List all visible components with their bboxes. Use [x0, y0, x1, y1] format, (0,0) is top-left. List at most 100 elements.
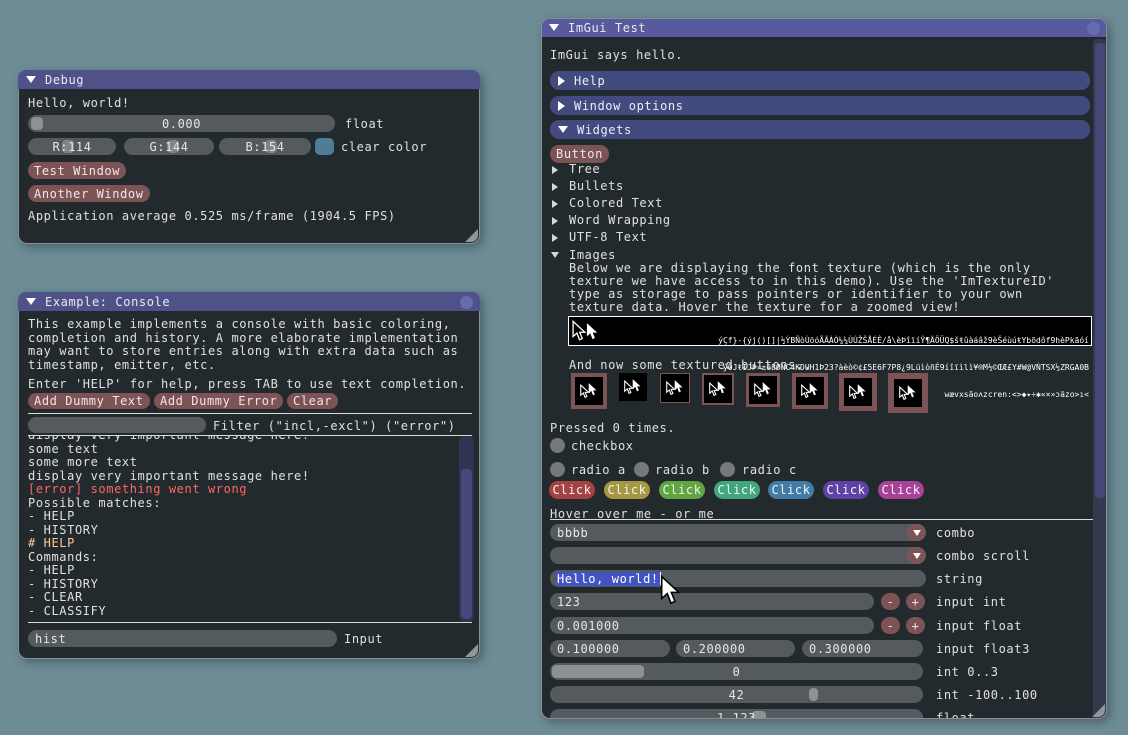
font-texture-image[interactable]: ýÇf}-{ýj()[]|½ÝBÑòÙöóÃÄÀÒ¼¼ÙÚŽŠÅÉÊ/å\èÞî…: [568, 316, 1092, 346]
cursor-filled-icon: [632, 378, 642, 393]
slider-float[interactable]: 1.123: [550, 709, 923, 719]
click-button-1[interactable]: Click: [549, 481, 595, 499]
window-scrollbar-grab[interactable]: [1095, 43, 1105, 498]
image-button-2[interactable]: [619, 373, 647, 401]
click-button-4[interactable]: Click: [714, 481, 760, 499]
log-line: Possible matches:: [28, 497, 456, 511]
window-scrollbar[interactable]: [1093, 39, 1107, 719]
slider-float-label: float: [936, 711, 975, 719]
click-button-2[interactable]: Click: [604, 481, 650, 499]
click-button-3[interactable]: Click: [659, 481, 705, 499]
input-float-plus-button[interactable]: +: [906, 617, 925, 634]
header-label: Window options: [574, 99, 684, 113]
radio-c[interactable]: [720, 462, 735, 477]
cursor-image: [661, 374, 689, 402]
tree-arrow-icon: [552, 166, 558, 174]
image-button-3[interactable]: [660, 373, 690, 403]
tree-node-label: Images: [569, 248, 616, 262]
debug-titlebar[interactable]: Debug: [18, 70, 480, 89]
click-button-6[interactable]: Click: [823, 481, 869, 499]
combo-scroll-box[interactable]: [550, 547, 926, 564]
debug-window: Debug Hello, world! 0.000 float R:114 G:…: [18, 70, 480, 244]
log-line: - HELP: [28, 510, 456, 524]
input-int-value: 123: [550, 595, 580, 609]
header-help[interactable]: Help: [550, 71, 1090, 90]
resize-grip[interactable]: [465, 644, 478, 657]
collapse-arrow-icon[interactable]: [26, 298, 36, 305]
color-edit-r[interactable]: R:114: [28, 138, 116, 155]
combo-arrow-button[interactable]: [907, 547, 926, 564]
add-dummy-error-button[interactable]: Add Dummy Error: [154, 393, 283, 409]
add-dummy-text-button[interactable]: Add Dummy Text: [28, 393, 150, 409]
input-int-plus-button[interactable]: +: [906, 593, 925, 610]
another-window-button[interactable]: Another Window: [28, 185, 150, 202]
input-float3-x-value: 0.100000: [550, 642, 620, 656]
color-edit-b[interactable]: B:154: [219, 138, 311, 155]
close-button[interactable]: [460, 296, 473, 309]
checkbox[interactable]: [550, 438, 565, 453]
slider-int-0-3[interactable]: 0: [550, 663, 923, 680]
pressed-count-text: Pressed 0 times.: [550, 421, 675, 435]
radio-b[interactable]: [634, 462, 649, 477]
color-edit-b-value: B:154: [219, 140, 311, 154]
tree-node-label: Word Wrapping: [569, 213, 671, 227]
color-edit-g[interactable]: G:144: [124, 138, 214, 155]
radio-b-label: radio b: [655, 463, 710, 477]
image-button-6[interactable]: [792, 373, 828, 409]
arrow-down-icon: [913, 553, 921, 559]
checkbox-label: checkbox: [571, 439, 634, 453]
header-widgets[interactable]: Widgets: [550, 120, 1090, 139]
log-scrollbar[interactable]: [459, 436, 474, 622]
cursor-filled-icon: [907, 384, 917, 399]
combo-box[interactable]: bbbb: [550, 524, 926, 541]
string-input[interactable]: Hello, world!: [550, 570, 926, 587]
float-slider-label: float: [345, 117, 384, 131]
test-window-button[interactable]: Test Window: [28, 162, 126, 179]
test-titlebar[interactable]: ImGui Test: [541, 18, 1107, 37]
console-command-input[interactable]: hist: [28, 630, 337, 647]
input-float3-z[interactable]: 0.300000: [802, 640, 923, 657]
slider-int-neg100-100-value: 42: [550, 688, 923, 702]
cursor-image: [619, 373, 647, 401]
collapse-arrow-icon[interactable]: [26, 76, 36, 83]
log-line-history: # HELP: [28, 537, 456, 551]
slider-int-neg100-100[interactable]: 42: [550, 686, 923, 703]
collapse-arrow-icon[interactable]: [549, 24, 559, 31]
button-widget[interactable]: Button: [550, 145, 609, 163]
header-window-options[interactable]: Window options: [550, 96, 1090, 115]
image-button-5[interactable]: [746, 373, 780, 407]
window-title: ImGui Test: [568, 21, 646, 35]
image-button-8[interactable]: [888, 373, 928, 413]
filter-input[interactable]: [28, 417, 206, 433]
input-int-field[interactable]: 123: [550, 593, 874, 610]
log-line: - HELP: [28, 564, 456, 578]
combo-value: bbbb: [550, 526, 588, 540]
slider-grab[interactable]: [31, 117, 43, 130]
combo-arrow-button[interactable]: [907, 524, 926, 541]
expand-arrow-icon: [558, 101, 565, 111]
resize-grip[interactable]: [465, 229, 478, 242]
radio-c-label: radio c: [742, 463, 797, 477]
input-float3-x[interactable]: 0.100000: [550, 640, 670, 657]
log-scrollbar-grab[interactable]: [461, 469, 472, 619]
input-float-field[interactable]: 0.001000: [550, 617, 874, 634]
color-edit-g-value: G:144: [124, 140, 214, 154]
close-button[interactable]: [1087, 22, 1100, 35]
input-float3-y[interactable]: 0.200000: [676, 640, 795, 657]
clear-button[interactable]: Clear: [287, 393, 338, 409]
cursor-filled-icon: [588, 382, 598, 397]
cursor-image: [575, 377, 603, 405]
console-titlebar[interactable]: Example: Console: [18, 292, 480, 311]
input-float-minus-button[interactable]: -: [881, 617, 900, 634]
click-button-7[interactable]: Click: [878, 481, 924, 499]
console-log-region[interactable]: display very important message here! som…: [28, 436, 456, 622]
radio-a[interactable]: [550, 462, 565, 477]
image-button-7[interactable]: [839, 373, 877, 411]
float-slider[interactable]: 0.000: [28, 115, 335, 132]
input-float3-y-value: 0.200000: [676, 642, 746, 656]
click-button-5[interactable]: Click: [768, 481, 814, 499]
clear-color-swatch[interactable]: [315, 138, 334, 155]
input-int-minus-button[interactable]: -: [881, 593, 900, 610]
image-button-4[interactable]: [702, 373, 734, 405]
image-button-1[interactable]: [571, 373, 607, 409]
